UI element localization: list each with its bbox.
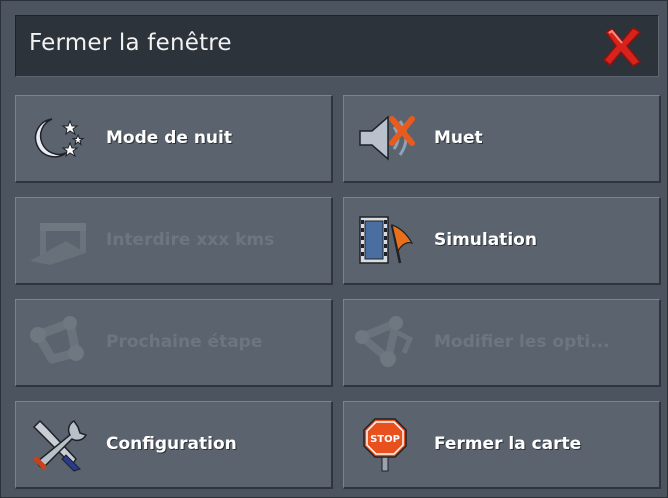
modify-options-label: Modifier les opti...	[434, 332, 610, 352]
simulation-label: Simulation	[434, 230, 537, 250]
window-title: Fermer la fenêtre	[29, 30, 232, 56]
dialog-window: Fermer la fenêtre Mode de nuit Muet Inte…	[0, 0, 668, 498]
mute-button[interactable]: Muet	[343, 95, 661, 183]
night-mode-button[interactable]: Mode de nuit	[15, 95, 333, 183]
close-x-icon	[602, 27, 642, 67]
mute-label: Muet	[434, 128, 483, 148]
simulation-button[interactable]: Simulation	[343, 197, 661, 285]
svg-text:STOP: STOP	[370, 434, 400, 445]
mute-speaker-icon	[359, 115, 415, 161]
title-bar: Fermer la fenêtre	[15, 15, 659, 77]
close-map-label: Fermer la carte	[434, 434, 582, 454]
route-options-icon	[355, 316, 414, 367]
avoid-distance-button[interactable]: Interdire xxx kms	[15, 197, 333, 285]
night-mode-label: Mode de nuit	[106, 128, 232, 148]
configuration-label: Configuration	[106, 434, 237, 454]
tools-wrench-screwdriver-icon	[32, 419, 88, 472]
next-waypoint-label: Prochaine étape	[106, 332, 263, 352]
modify-options-button[interactable]: Modifier les opti...	[343, 299, 661, 387]
simulation-film-flag-icon	[359, 216, 414, 264]
next-waypoint-button[interactable]: Prochaine étape	[15, 299, 333, 387]
close-map-button[interactable]: STOP Fermer la carte	[343, 401, 661, 489]
night-mode-icon	[34, 118, 85, 158]
configuration-button[interactable]: Configuration	[15, 401, 333, 489]
avoid-distance-label: Interdire xxx kms	[106, 230, 275, 250]
route-waypoint-icon	[30, 316, 84, 364]
close-button[interactable]	[600, 25, 644, 69]
barrier-icon	[30, 223, 86, 265]
stop-sign-icon: STOP	[363, 418, 407, 472]
